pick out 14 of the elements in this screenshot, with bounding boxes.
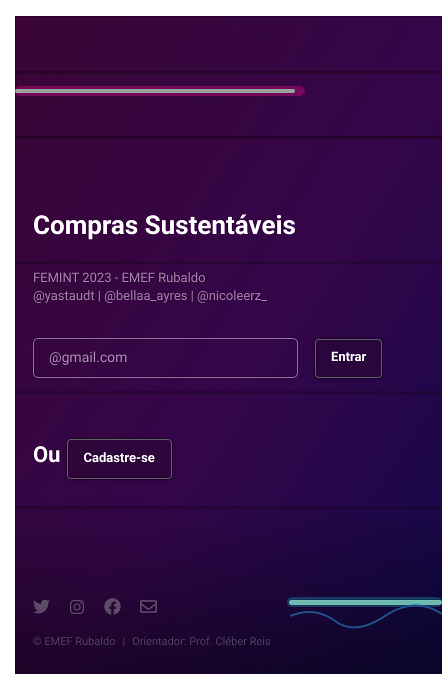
subtitle-text: FEMINT 2023 - EMEF Rubaldo	[33, 270, 206, 288]
credit-text: Orientador: Prof. Cléber Reis	[132, 635, 271, 649]
mail-icon[interactable]	[140, 598, 157, 615]
email-field[interactable]: @gmail.com	[33, 338, 298, 378]
or-label: Ou	[33, 443, 60, 469]
twitter-icon[interactable]	[33, 598, 50, 615]
facebook-icon[interactable]	[104, 598, 121, 615]
instagram-icon[interactable]	[69, 598, 85, 614]
subtitle-text: @yastaudt | @bellaa_ayres | @nicoleerz_	[33, 288, 267, 306]
signup-button[interactable]: Cadastre-se	[66, 439, 172, 479]
separator-text: |	[122, 635, 126, 649]
login-button[interactable]: Entrar	[315, 338, 382, 378]
page-title: Compras Sustentáveis	[33, 211, 296, 241]
copyright-text: © EMEF Rubaldo	[33, 635, 116, 649]
